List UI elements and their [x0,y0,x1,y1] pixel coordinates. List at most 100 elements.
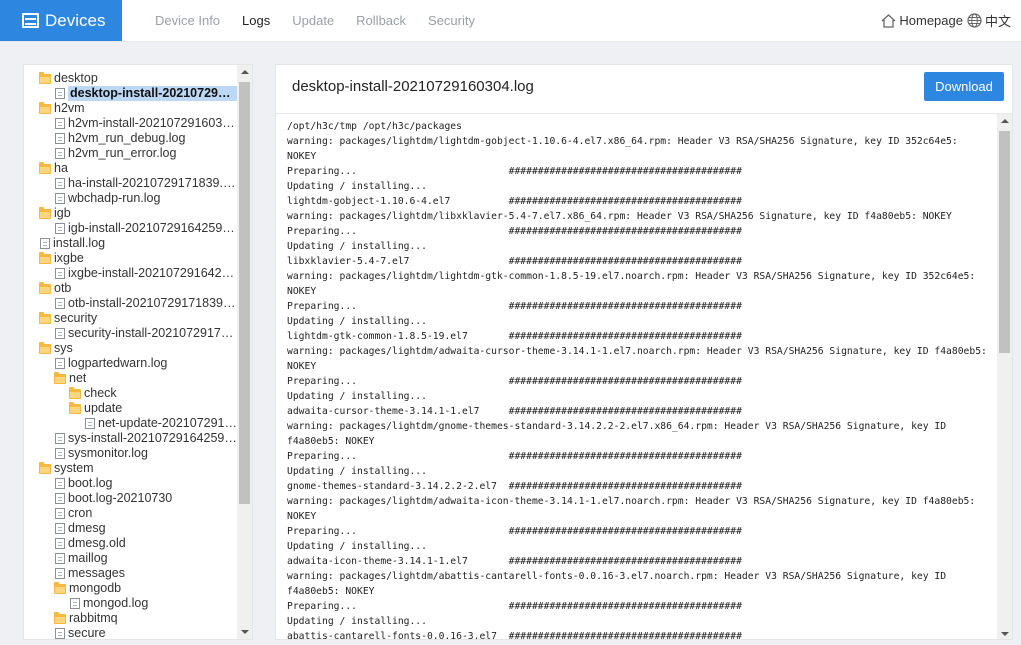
tree-file[interactable]: dmesg.old [24,536,238,551]
scroll-down-icon[interactable] [1001,632,1009,636]
scroll-up-icon[interactable] [1001,119,1009,123]
tree-file[interactable]: net-update-20210729164259.log [24,416,238,431]
tree-file[interactable]: cron [24,506,238,521]
log-line: gnome-themes-standard-3.14.2.2-2.el7 ###… [287,481,742,492]
homepage-link[interactable]: Homepage [899,13,963,28]
nav-rollback[interactable]: Rollback [356,13,406,28]
tree-file[interactable]: h2vm_run_debug.log [24,131,238,146]
folder-icon [39,206,51,219]
folder-icon [39,251,51,264]
tree-folder[interactable]: sys [24,341,238,356]
tree-file[interactable]: sys-install-20210729164259.log [24,431,238,446]
tree-file[interactable]: mongod.log [24,596,238,611]
file-icon [40,238,50,249]
nav-security[interactable]: Security [428,13,475,28]
folder-icon [39,461,51,474]
tree-file[interactable]: ixgbe-install-20210729164259.log [24,266,238,281]
tree-file[interactable]: otb-install-20210729171839.log [24,296,238,311]
devices-icon [22,13,39,28]
tree-file[interactable]: sysmonitor.log [24,446,238,461]
tree-folder[interactable]: net [24,371,238,386]
file-icon [55,178,65,189]
log-line: Updating / installing... [287,316,427,327]
scroll-up-icon[interactable] [241,70,249,74]
file-icon [85,418,95,429]
log-line: Updating / installing... [287,466,427,477]
tree-file[interactable]: install.log [24,236,238,251]
tree-item-label: mongodb [69,581,122,595]
log-line: NOKEY [287,361,317,372]
tree-item-label: desktop [54,71,98,85]
tree-file[interactable]: wbchadp-run.log [24,191,238,206]
tree-folder[interactable]: mongodb [24,581,238,596]
tree-folder[interactable]: igb [24,206,238,221]
log-line: Preparing... ###########################… [287,526,742,537]
nav-update[interactable]: Update [292,13,334,28]
download-button[interactable]: Download [924,72,1004,101]
log-line: warning: packages/lightdm/adwaita-icon-t… [287,496,976,507]
tree-folder[interactable]: security [24,311,238,326]
tree-file[interactable]: h2vm-install-20210729160304.log [24,116,238,131]
top-right-links: Homepage 中文 [881,0,1011,41]
tree-item-label: ixgbe-install-20210729164259.log [68,266,238,280]
tree-folder[interactable]: h2vm [24,101,238,116]
folder-icon [39,71,51,84]
folder-icon [54,611,66,624]
log-line: Preparing... ###########################… [287,601,742,612]
folder-icon [39,161,51,174]
log-line: Preparing... ###########################… [287,376,742,387]
brand-devices[interactable]: Devices [0,0,122,41]
tree-item-label: otb [54,281,72,295]
tree-file[interactable]: security-install-20210729171839.log [24,326,238,341]
log-line: warning: packages/lightdm/libxklavier-5.… [287,211,952,222]
log-content[interactable]: /opt/h3c/tmp /opt/h3c/packages warning: p… [276,113,1012,639]
file-icon [55,328,65,339]
tree-folder[interactable]: rabbitmq [24,611,238,626]
file-icon [55,133,65,144]
tree-file[interactable]: igb-install-20210729164259.log [24,221,238,236]
log-line: f4a80eb5: NOKEY [287,586,375,597]
tree-file[interactable]: maillog [24,551,238,566]
file-icon [55,118,65,129]
tree-folder[interactable]: update [24,401,238,416]
log-scroll-thumb[interactable] [999,131,1010,353]
tree-item-label: net-update-20210729164259.log [98,416,238,430]
tree-file[interactable]: ha-install-20210729171839.log [24,176,238,191]
tree-file[interactable]: boot.log-20210730 [24,491,238,506]
language-switch[interactable]: 中文 [985,11,1011,30]
tree-file[interactable]: dmesg [24,521,238,536]
tree-folder[interactable]: ixgbe [24,251,238,266]
file-icon [55,223,65,234]
nav-device-info[interactable]: Device Info [155,13,220,28]
tree-item-label: igb-install-20210729164259.log [68,221,238,235]
tree-item-label: wbchadp-run.log [68,191,161,205]
tree-item-label: cron [68,506,93,520]
tree-file[interactable]: messages [24,566,238,581]
tree-file[interactable]: logpartedwarn.log [24,356,238,371]
tree-item-label: igb [54,206,71,220]
tree-file[interactable]: h2vm_run_error.log [24,146,238,161]
home-icon[interactable] [881,13,896,28]
log-file-title: desktop-install-20210729160304.log [292,78,534,95]
tree-scroll-thumb[interactable] [239,82,250,504]
tree-file[interactable]: boot.log [24,476,238,491]
globe-icon[interactable] [967,13,982,28]
scroll-down-icon[interactable] [241,630,249,634]
tree-item-label: rabbitmq [69,611,118,625]
log-line: adwaita-cursor-theme-3.14.1-1.el7 ######… [287,406,742,417]
tree-scrollbar[interactable] [237,65,252,639]
folder-icon [39,341,51,354]
tree-file[interactable]: secure [24,626,238,639]
tree-folder[interactable]: check [24,386,238,401]
tree-file[interactable]: desktop-install-20210729160304.log [24,86,238,101]
nav-logs[interactable]: Logs [242,13,270,28]
log-scrollbar[interactable] [997,114,1012,639]
file-icon [55,298,65,309]
tree-folder[interactable]: system [24,461,238,476]
tree-folder[interactable]: ha [24,161,238,176]
folder-icon [54,371,66,384]
tree-folder[interactable]: otb [24,281,238,296]
log-line: warning: packages/lightdm/gnome-themes-s… [287,421,947,432]
tree-folder[interactable]: desktop [24,71,238,86]
log-line: Preparing... ###########################… [287,301,742,312]
